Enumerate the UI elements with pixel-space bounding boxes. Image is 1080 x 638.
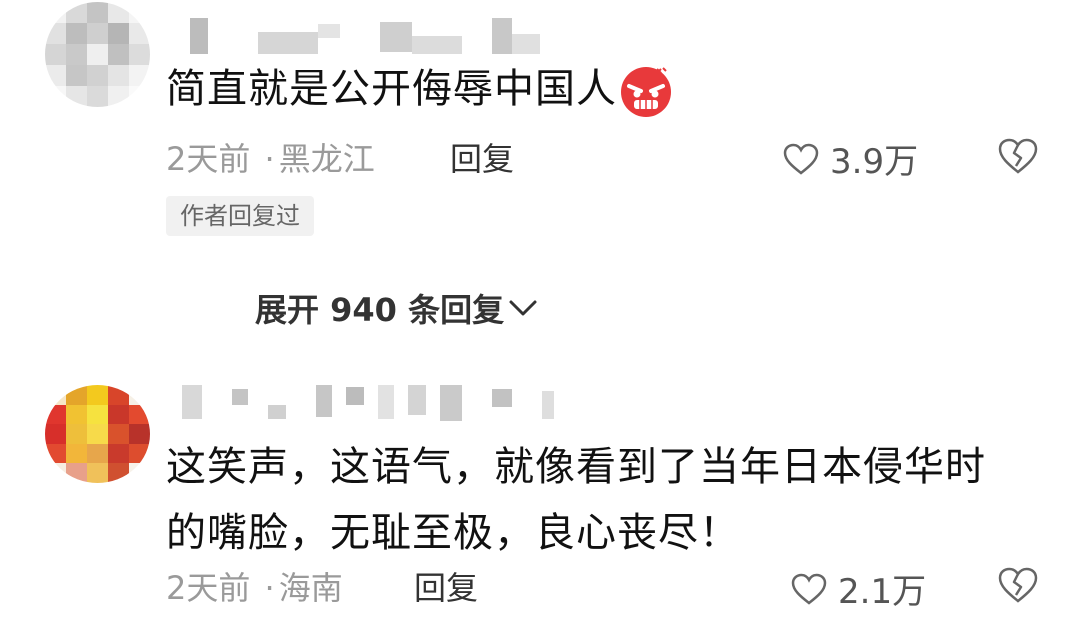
like-button[interactable]: 2.1万: [790, 564, 926, 613]
timestamp: 2天前: [166, 569, 251, 607]
comment-meta: 2天前 · 黑龙江: [166, 134, 375, 180]
reply-button[interactable]: 回复: [450, 134, 514, 180]
like-count: 3.9万: [830, 142, 919, 182]
avatar-blurred[interactable]: [45, 2, 150, 107]
comment-meta: 2天前 · 海南: [166, 563, 343, 609]
comment-text: 简直就是公开侮辱中国人: [166, 56, 675, 122]
location: 海南: [278, 569, 343, 607]
timestamp: 2天前: [166, 140, 251, 178]
author-replied-badge: 作者回复过: [166, 196, 314, 236]
reply-button[interactable]: 回复: [414, 563, 478, 609]
username-blurred[interactable]: [182, 385, 554, 421]
expand-replies-label: 展开 940 条回复: [255, 291, 505, 329]
chevron-down-icon: [509, 300, 537, 316]
meta-separator: ·: [264, 569, 275, 607]
username-blurred[interactable]: [190, 18, 540, 54]
meta-separator: ·: [264, 140, 275, 178]
expand-replies-button[interactable]: 展开 940 条回复: [255, 285, 538, 331]
comment-text: 这笑声，这语气，就像看到了当年日本侵华时 的嘴脸，无耻至极，良心丧尽！: [166, 434, 986, 566]
comment-body: 简直就是公开侮辱中国人: [166, 66, 617, 112]
heart-outline-icon: [783, 143, 819, 175]
comment-body-line-2: 的嘴脸，无耻至极，良心丧尽！: [166, 510, 740, 556]
location: 黑龙江: [278, 140, 375, 178]
broken-heart-icon[interactable]: [996, 136, 1040, 176]
angry-face-emoji: [621, 67, 671, 117]
avatar-blurred[interactable]: [45, 385, 150, 483]
broken-heart-icon[interactable]: [996, 565, 1040, 605]
like-count: 2.1万: [838, 572, 927, 612]
heart-outline-icon: [791, 573, 827, 605]
comment-body-line-1: 这笑声，这语气，就像看到了当年日本侵华时: [166, 444, 986, 490]
like-button[interactable]: 3.9万: [782, 134, 918, 183]
